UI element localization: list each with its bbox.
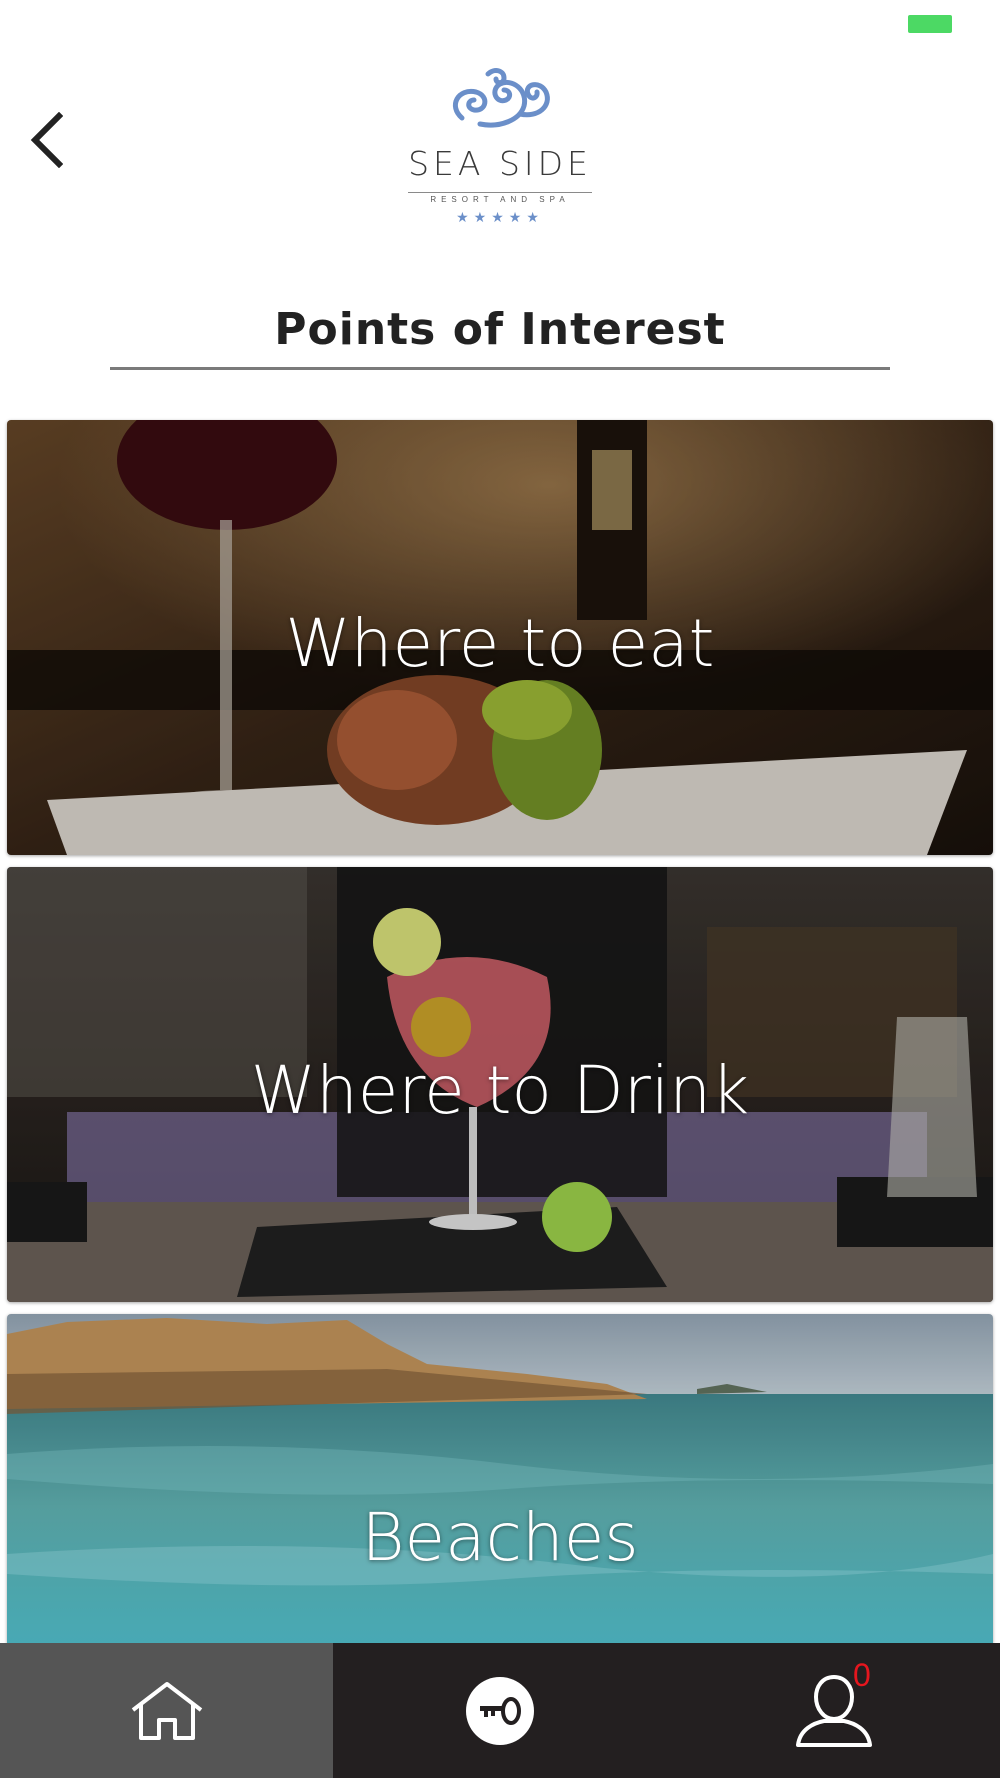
card-where-to-drink[interactable]: Where to Drink (7, 867, 993, 1302)
key-icon (480, 1696, 521, 1725)
logo-stars: ★★★★★ (456, 209, 544, 225)
home-icon (131, 1681, 202, 1740)
logo-name: SEA SIDE (408, 144, 592, 183)
wave-emblem-icon (453, 68, 550, 128)
back-button[interactable] (24, 110, 68, 170)
profile-badge: 0 (853, 1657, 871, 1693)
nav-key-button[interactable] (333, 1643, 667, 1778)
page-title: Points of Interest (274, 304, 726, 355)
key-circle (466, 1676, 534, 1745)
card-where-to-eat[interactable]: Where to eat (7, 420, 993, 855)
chevron-left-icon (30, 112, 63, 168)
battery-indicator (908, 15, 952, 33)
card-beaches[interactable]: Beaches (7, 1314, 993, 1644)
card-label-eat: Where to eat (285, 605, 715, 682)
logo-subtitle: RESORT AND SPA (430, 195, 570, 204)
logo-divider (408, 192, 592, 193)
beach-image (7, 1314, 993, 1644)
nav-home-button[interactable] (0, 1643, 333, 1778)
title-underline (110, 367, 890, 370)
bottom-nav: 0 (0, 1643, 1000, 1778)
nav-profile-button[interactable]: 0 (667, 1643, 1000, 1778)
card-label-drink: Where to Drink (250, 1052, 750, 1129)
resort-logo: SEA SIDE RESORT AND SPA ★★★★★ (400, 66, 600, 232)
card-label-beaches: Beaches (361, 1499, 639, 1576)
